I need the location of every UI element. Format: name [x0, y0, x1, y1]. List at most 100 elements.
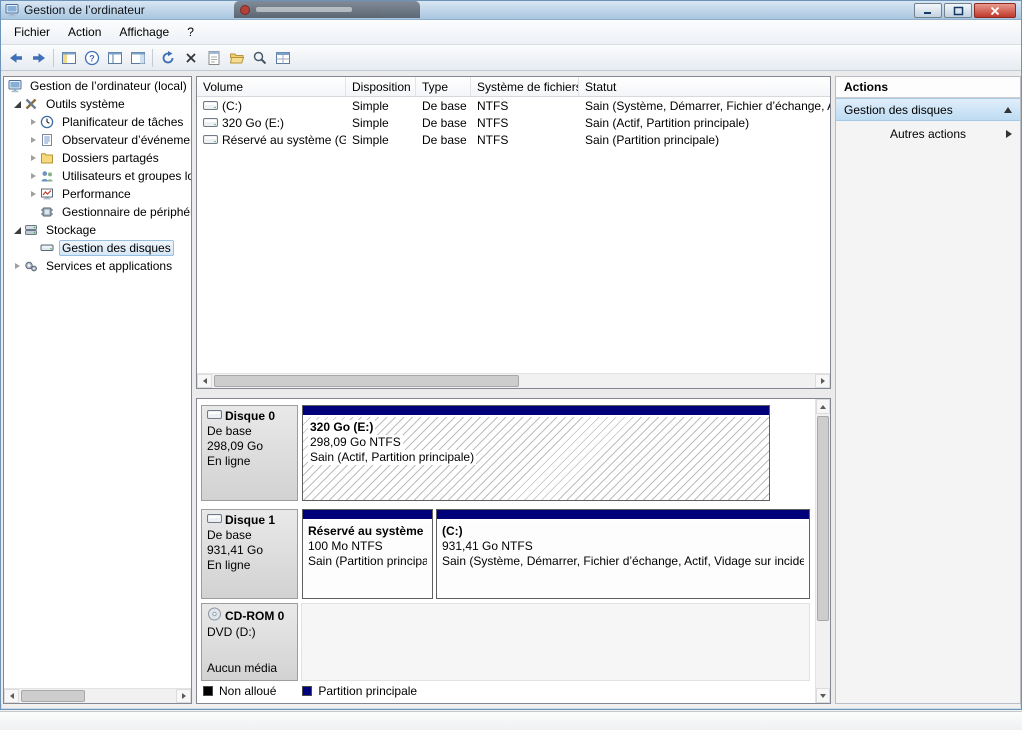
tree-item-observateur[interactable]: Observateur d’événements — [4, 131, 191, 149]
open-folder-button[interactable] — [225, 46, 248, 69]
column-header-statut[interactable]: Statut — [579, 77, 830, 96]
search-button[interactable] — [248, 46, 271, 69]
show-hide-pane-button[interactable] — [103, 46, 126, 69]
menu-help[interactable]: ? — [178, 22, 203, 42]
scrollbar-track[interactable] — [19, 689, 176, 703]
expander-open-icon[interactable] — [12, 99, 23, 110]
scrollbar-track[interactable] — [212, 374, 815, 388]
expander-closed-icon[interactable] — [28, 189, 39, 200]
expander-closed-icon[interactable] — [28, 117, 39, 128]
more-actions-item[interactable]: Autres actions — [836, 121, 1020, 146]
scrollbar-thumb[interactable] — [214, 375, 519, 387]
primary-partition-color-swatch — [302, 686, 313, 696]
show-console-tree-button[interactable] — [57, 46, 80, 69]
maximize-button[interactable] — [944, 3, 972, 18]
column-header-type[interactable]: Type — [416, 77, 471, 96]
partition-label: (C:) — [442, 524, 463, 538]
computer-management-window: Gestion de l’ordinateur Fichier Action A… — [0, 0, 1022, 710]
volume-name: Réservé au système (G:) — [222, 132, 346, 147]
expander-closed-icon[interactable] — [28, 171, 39, 182]
toolbar-separator — [152, 48, 153, 67]
tree-item-stockage[interactable]: Stockage — [4, 221, 191, 239]
volume-fs: NTFS — [477, 115, 509, 130]
partition-reserve-systeme[interactable]: Réservé au système 100 Mo NTFS Sain (Par… — [302, 509, 433, 599]
column-header-systeme-fichiers[interactable]: Système de fichiers — [471, 77, 579, 96]
disk-view-vertical-scrollbar[interactable] — [815, 399, 830, 703]
menu-action[interactable]: Action — [59, 22, 110, 42]
scroll-right-button[interactable] — [815, 374, 830, 388]
tree-item-utilisateurs-groupes[interactable]: Utilisateurs et groupes locaux — [4, 167, 191, 185]
delete-button[interactable] — [179, 46, 202, 69]
column-header-disposition[interactable]: Disposition — [346, 77, 416, 96]
tree-item-planificateur[interactable]: Planificateur de tâches — [4, 113, 191, 131]
volume-row-c[interactable]: (C:) Simple De base NTFS Sain (Système, … — [197, 97, 830, 114]
disk-status: En ligne — [207, 454, 251, 468]
scrollbar-thumb[interactable] — [21, 690, 85, 702]
scroll-left-button[interactable] — [197, 374, 212, 388]
tree-item-gestionnaire-peripheriques[interactable]: Gestionnaire de périphériques — [4, 203, 191, 221]
legend-item-primary-partition: Partition principale — [302, 684, 417, 698]
tree-item-performance[interactable]: Performance — [4, 185, 191, 203]
tree-item-root[interactable]: Gestion de l’ordinateur (local) — [4, 77, 191, 95]
tree-item-dossiers-partages[interactable]: Dossiers partagés — [4, 149, 191, 167]
background-window-fragment[interactable] — [234, 1, 420, 18]
back-button[interactable] — [4, 46, 27, 69]
volume-type: De base — [422, 132, 467, 147]
disk-0-header[interactable]: Disque 0 De base 298,09 Go En ligne — [201, 405, 298, 501]
scroll-right-button[interactable] — [176, 689, 191, 703]
new-window-button[interactable] — [271, 46, 294, 69]
window-controls — [914, 3, 1016, 18]
volume-row-reserve-systeme-g[interactable]: Réservé au système (G:) Simple De base N… — [197, 131, 830, 148]
disk-name: Disque 0 — [225, 409, 276, 423]
volume-list-pane: Volume Disposition Type Système de fichi… — [196, 76, 831, 389]
tree-item-label: Performance — [62, 187, 131, 201]
performance-icon — [40, 187, 56, 201]
expander-closed-icon[interactable] — [28, 135, 39, 146]
column-header-volume[interactable]: Volume — [197, 77, 346, 96]
volume-name: 320 Go (E:) — [222, 115, 285, 130]
tree-item-outils-systeme[interactable]: Outils système — [4, 95, 191, 113]
expander-closed-icon[interactable] — [12, 261, 23, 272]
scrollbar-track[interactable] — [816, 414, 830, 688]
scroll-left-button[interactable] — [4, 689, 19, 703]
legend: Non alloué Partition principale — [203, 684, 417, 698]
scroll-up-button[interactable] — [816, 399, 830, 414]
storage-icon — [24, 223, 40, 237]
disk-1-header[interactable]: Disque 1 De base 931,41 Go En ligne — [201, 509, 298, 599]
volume-statut: Sain (Actif, Partition principale) — [585, 115, 750, 130]
volume-row-320go-e[interactable]: 320 Go (E:) Simple De base NTFS Sain (Ac… — [197, 114, 830, 131]
expander-closed-icon[interactable] — [28, 153, 39, 164]
scroll-down-button[interactable] — [816, 688, 830, 703]
cdrom-0-header[interactable]: CD-ROM 0 DVD (D:) Aucun média — [201, 603, 298, 681]
services-icon — [24, 259, 40, 273]
console-tree-pane: Gestion de l’ordinateur (local) Outils s… — [3, 76, 192, 704]
properties-button[interactable] — [202, 46, 225, 69]
actions-section-gestion-des-disques[interactable]: Gestion des disques — [836, 98, 1020, 121]
disk-status: Aucun média — [207, 661, 278, 675]
minimize-button[interactable] — [914, 3, 942, 18]
partition-320go-e[interactable]: 320 Go (E:) 298,09 Go NTFS Sain (Actif, … — [302, 405, 770, 501]
forward-button[interactable] — [27, 46, 50, 69]
show-action-pane-button[interactable] — [126, 46, 149, 69]
tree-item-services-applications[interactable]: Services et applications — [4, 257, 191, 275]
actions-section-label: Gestion des disques — [844, 102, 953, 117]
menu-fichier[interactable]: Fichier — [5, 22, 59, 42]
expander-open-icon[interactable] — [12, 225, 23, 236]
task-scheduler-icon — [40, 115, 56, 129]
collapse-section-icon[interactable] — [1004, 106, 1012, 113]
shared-folders-icon — [40, 151, 56, 165]
tree-item-gestion-des-disques[interactable]: Gestion des disques — [4, 239, 191, 257]
tree-horizontal-scrollbar[interactable] — [4, 688, 191, 703]
close-button[interactable] — [974, 3, 1016, 18]
menu-affichage[interactable]: Affichage — [110, 22, 178, 42]
disk-size — [207, 640, 292, 655]
tree-item-label: Gestion de l’ordinateur (local) — [30, 79, 187, 93]
volume-list-horizontal-scrollbar[interactable] — [197, 373, 830, 388]
refresh-button[interactable] — [156, 46, 179, 69]
scrollbar-thumb[interactable] — [817, 416, 829, 621]
partition-c[interactable]: (C:) 931,41 Go NTFS Sain (Système, Démar… — [436, 509, 810, 599]
titlebar[interactable]: Gestion de l’ordinateur — [1, 1, 1021, 20]
local-users-groups-icon — [40, 169, 56, 183]
help-button[interactable]: ? — [80, 46, 103, 69]
